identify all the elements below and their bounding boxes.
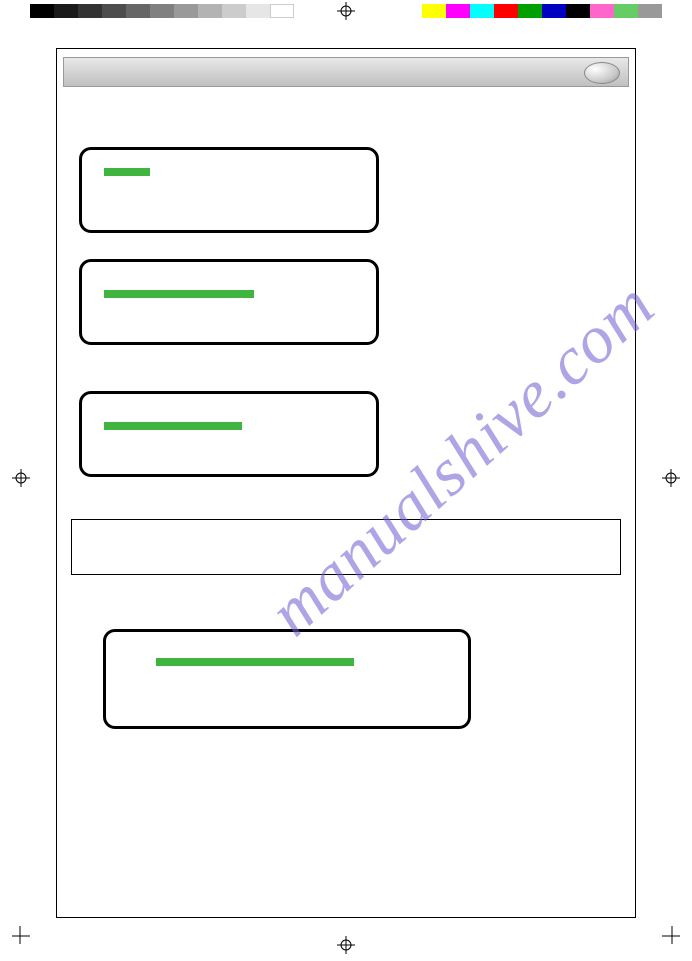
content-box-1 <box>79 147 379 233</box>
registration-mark-icon <box>337 936 355 954</box>
registration-mark-icon <box>337 2 355 20</box>
redacted-heading <box>104 290 254 298</box>
registration-mark-icon <box>12 469 30 487</box>
crop-mark-icon <box>0 926 30 956</box>
registration-mark-icon <box>662 469 680 487</box>
redacted-heading <box>104 168 150 176</box>
crop-mark-icon <box>662 926 692 956</box>
header-orb-icon <box>584 62 620 84</box>
redacted-heading <box>156 658 354 666</box>
grayscale-bar <box>30 4 294 18</box>
content-box-2 <box>79 259 379 345</box>
manual-page: manualshive.com <box>56 48 636 918</box>
content-box-5 <box>103 629 471 729</box>
redacted-heading <box>104 422 242 430</box>
page-header-bar <box>63 57 629 87</box>
content-box-3 <box>79 391 379 477</box>
color-swatch-bar <box>422 4 662 18</box>
content-box-4 <box>71 519 621 575</box>
